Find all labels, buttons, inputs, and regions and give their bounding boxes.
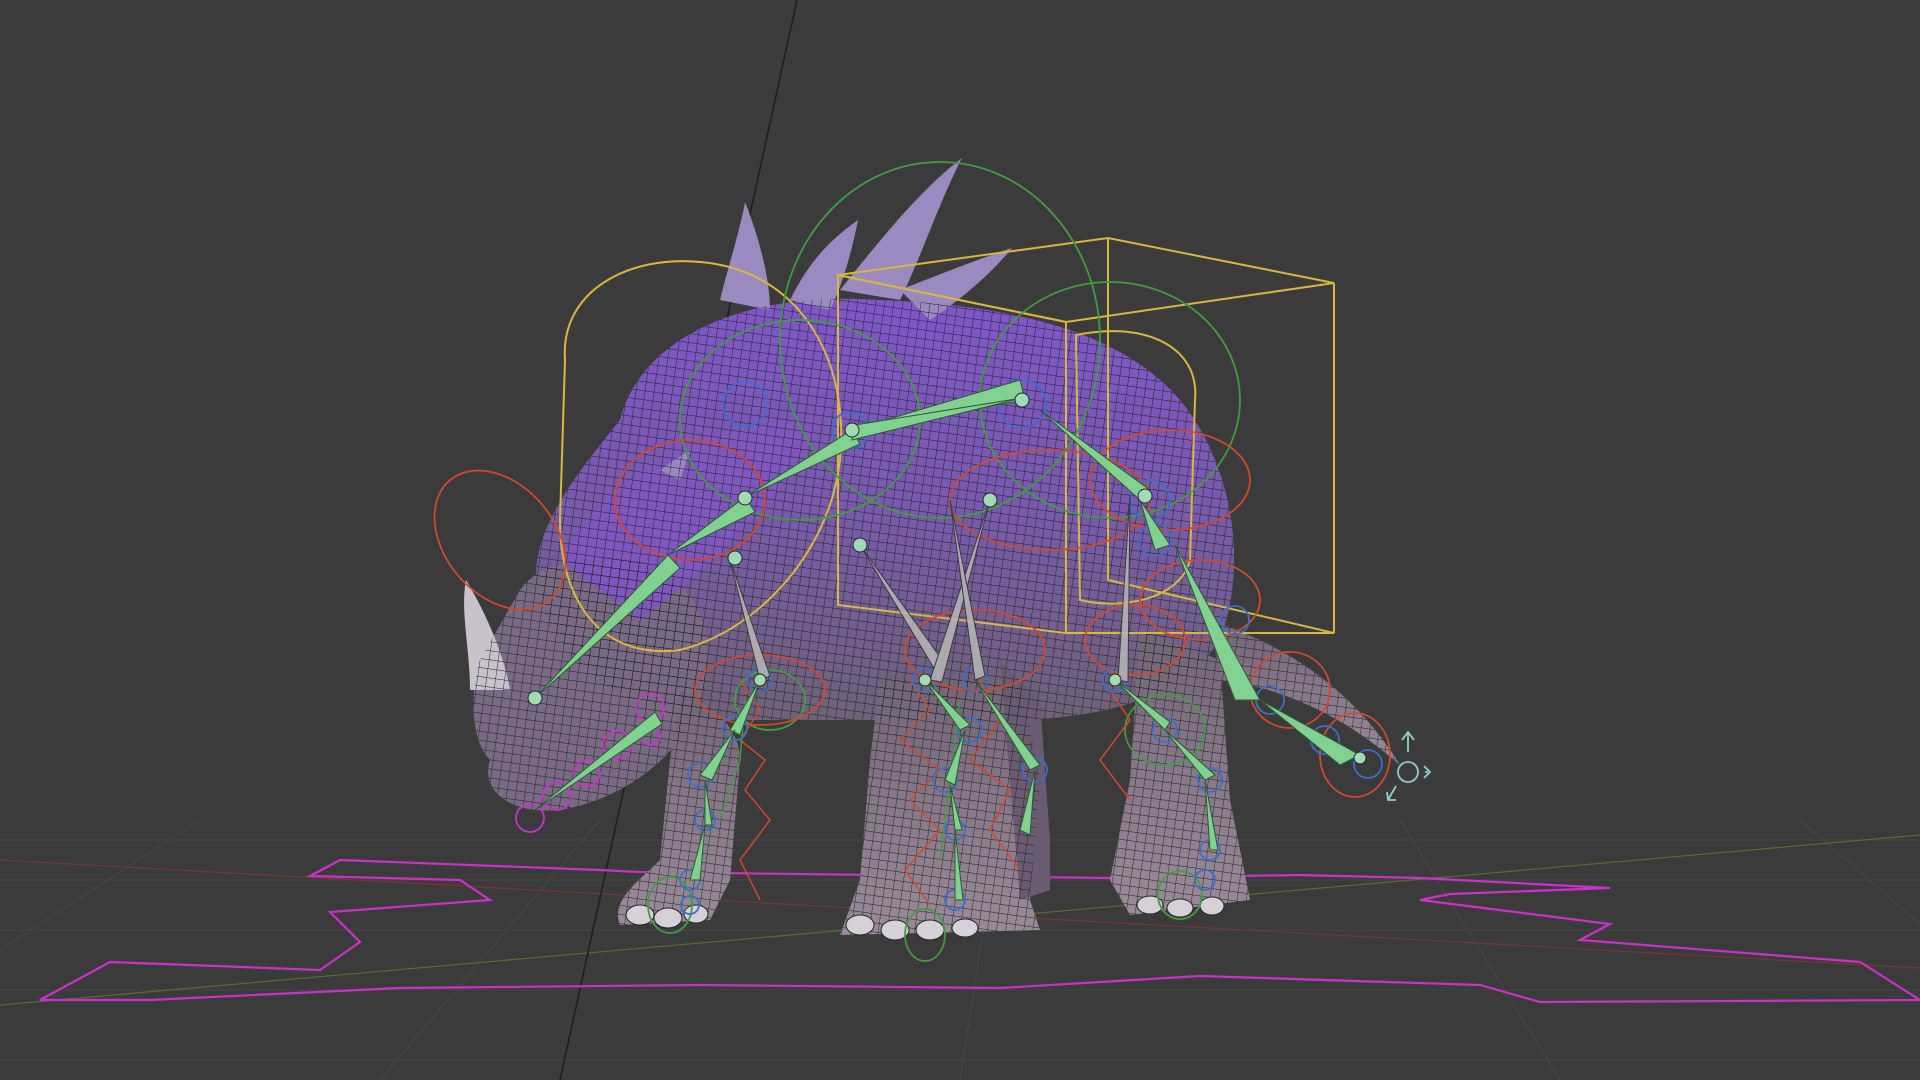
move-gizmo-icon[interactable]: [1386, 730, 1432, 801]
3d-viewport[interactable]: [0, 0, 1920, 1080]
viewport-canvas[interactable]: [0, 0, 1920, 1080]
